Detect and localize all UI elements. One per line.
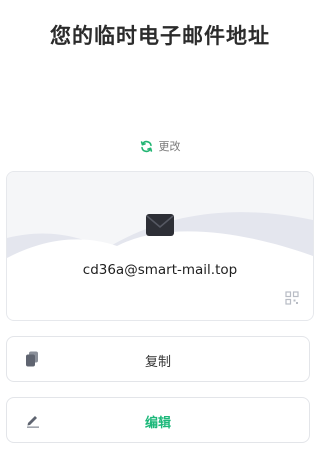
page-title: 您的临时电子邮件地址 bbox=[50, 24, 270, 48]
copy-button[interactable]: 复制 bbox=[6, 336, 310, 382]
qr-code-icon[interactable] bbox=[285, 290, 299, 309]
change-address-button[interactable]: 更改 bbox=[0, 138, 320, 154]
email-card: cd36a@smart-mail.top bbox=[6, 171, 314, 321]
change-label: 更改 bbox=[158, 140, 181, 153]
wave-background bbox=[7, 172, 313, 320]
email-address[interactable]: cd36a@smart-mail.top bbox=[7, 262, 313, 278]
refresh-icon bbox=[140, 140, 153, 153]
edit-label: 编辑 bbox=[144, 416, 171, 431]
envelope-icon bbox=[146, 214, 174, 240]
copy-label: 复制 bbox=[144, 355, 171, 370]
edit-button[interactable]: 编辑 bbox=[6, 397, 310, 443]
